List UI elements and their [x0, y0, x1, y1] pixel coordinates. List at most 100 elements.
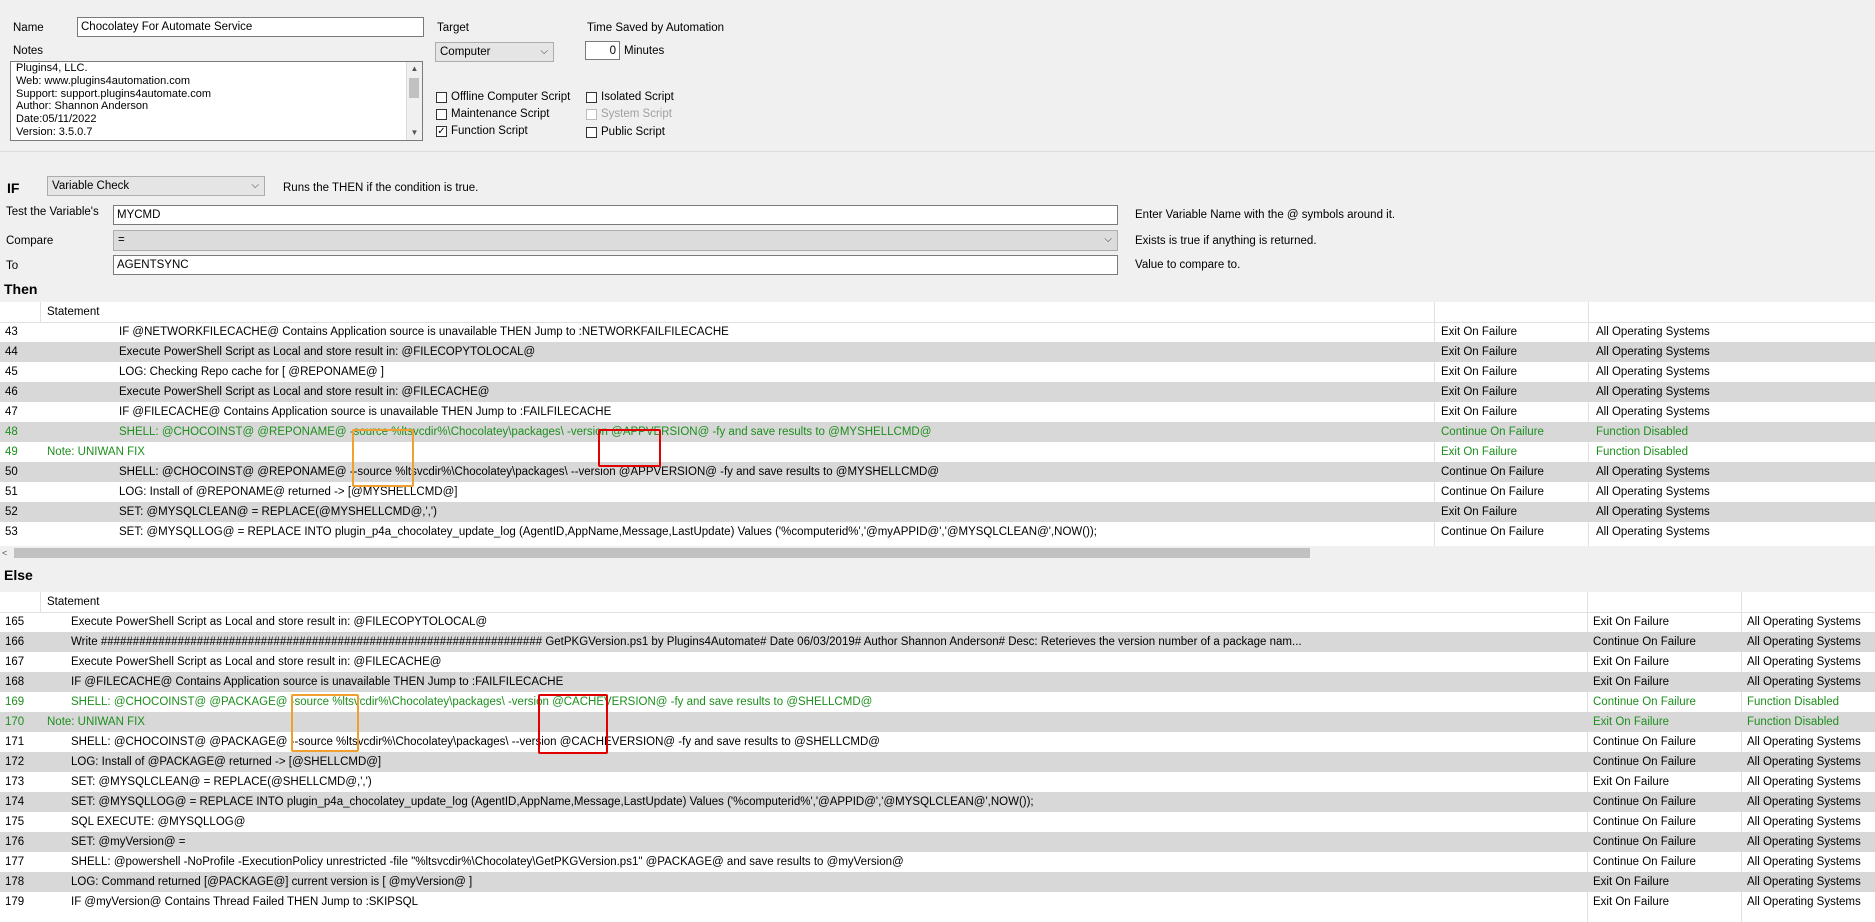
statement-text: SET: @MYSQLCLEAN@ = REPLACE(@MYSHELLCMD@…	[119, 506, 437, 518]
line-number: 49	[5, 446, 18, 458]
notes-scrollbar[interactable]: ▲ ▼	[406, 62, 422, 140]
table-row[interactable]: 179 IF @myVersion@ Contains Thread Failed…	[0, 892, 1875, 912]
statement-text: Execute PowerShell Script as Local and s…	[119, 346, 536, 358]
to-input[interactable]: AGENTSYNC	[113, 255, 1118, 275]
table-row[interactable]: 172 LOG: Install of @PACKAGE@ returned ->…	[0, 752, 1875, 772]
then-horizontal-scrollbar[interactable]: <	[0, 546, 1875, 560]
divider	[0, 151, 1875, 152]
checkbox-box	[586, 108, 597, 120]
operating-system: All Operating Systems	[1747, 816, 1861, 828]
table-row[interactable]: 177 SHELL: @powershell -NoProfile -Execut…	[0, 852, 1875, 872]
column-separator[interactable]	[40, 592, 41, 612]
target-select[interactable]: Computer ⌵	[435, 42, 554, 62]
statement-text: SET: @MYSQLCLEAN@ = REPLACE(@SHELLCMD@,'…	[71, 776, 372, 788]
operating-system: All Operating Systems	[1596, 406, 1710, 418]
statement-text: Execute PowerShell Script as Local and s…	[119, 386, 490, 398]
line-number: 52	[5, 506, 18, 518]
version-flag-highlight	[538, 694, 608, 754]
maintenance-script-checkbox[interactable]: Maintenance Script	[436, 108, 549, 120]
statement-text: Write ##################################…	[71, 636, 1302, 648]
statement-column-header[interactable]: Statement	[47, 596, 99, 608]
table-row[interactable]: 49 Note: UNIWAN FIX Exit On Failure Functio…	[0, 442, 1875, 462]
scrollbar-thumb[interactable]	[409, 78, 419, 98]
table-row[interactable]: 171 SHELL: @CHOCOINST@ @PACKAGE@ --source…	[0, 732, 1875, 752]
chevron-down-icon: ⌵	[251, 180, 259, 191]
table-row[interactable]: 45 LOG: Checking Repo cache for [ @REPONA…	[0, 362, 1875, 382]
scroll-up-icon[interactable]: ▲	[407, 62, 422, 76]
table-row[interactable]: 46 Execute PowerShell Script as Local and…	[0, 382, 1875, 402]
time-saved-input[interactable]: 0	[585, 41, 620, 60]
function-script-checkbox[interactable]: ✓ Function Script	[436, 125, 528, 137]
target-select-value: Computer	[440, 46, 491, 58]
table-row[interactable]: 52 SET: @MYSQLCLEAN@ = REPLACE(@MYSHELLCM…	[0, 502, 1875, 522]
operating-system: Function Disabled	[1747, 716, 1840, 728]
statement-text: IF @FILECACHE@ Contains Application sour…	[71, 676, 564, 688]
statement-column-header[interactable]: Statement	[47, 306, 99, 318]
operating-system: Function Disabled	[1747, 696, 1840, 708]
failure-action: Exit On Failure	[1593, 676, 1670, 688]
failure-action: Exit On Failure	[1593, 896, 1670, 908]
table-row[interactable]: 178 LOG: Command returned [@PACKAGE@] cur…	[0, 872, 1875, 892]
line-number: 47	[5, 406, 18, 418]
notes-line: Support: support.plugins4automate.com	[16, 87, 212, 100]
operating-system: All Operating Systems	[1747, 756, 1861, 768]
compare-value: =	[118, 234, 125, 246]
table-row[interactable]: 53 SET: @MYSQLLOG@ = REPLACE INTO plugin_…	[0, 522, 1875, 542]
notes-textarea[interactable]: Plugins4, LLC. Web: www.plugins4automati…	[10, 61, 423, 141]
line-number: 166	[5, 636, 25, 648]
failure-action: Exit On Failure	[1593, 716, 1670, 728]
compare-select[interactable]: = ⌵	[113, 230, 1118, 251]
checkmark-icon[interactable]: ✓	[436, 125, 447, 137]
table-row[interactable]: 175 SQL EXECUTE: @MYSQLLOG@ Continue On Fa…	[0, 812, 1875, 832]
table-row[interactable]: 176 SET: @myVersion@ = Continue On Failure…	[0, 832, 1875, 852]
scroll-down-icon[interactable]: ▼	[407, 126, 422, 140]
failure-action: Continue On Failure	[1593, 696, 1696, 708]
table-row[interactable]: 44 Execute PowerShell Script as Local and…	[0, 342, 1875, 362]
statement-text: SHELL: @CHOCOINST@ @PACKAGE@ --source %l…	[71, 736, 880, 748]
table-row[interactable]: 43 IF @NETWORKFILECACHE@ Contains Applica…	[0, 322, 1875, 342]
scroll-left-icon[interactable]: <	[2, 546, 7, 560]
isolated-script-checkbox[interactable]: Isolated Script	[586, 91, 674, 103]
checkbox-label: Function Script	[451, 125, 528, 137]
table-row[interactable]: 48 SHELL: @CHOCOINST@ @REPONAME@ -source …	[0, 422, 1875, 442]
table-row[interactable]: 166 Write ###############################…	[0, 632, 1875, 652]
column-separator[interactable]	[40, 302, 41, 322]
statement-text: SET: @myVersion@ =	[71, 836, 186, 848]
line-number: 51	[5, 486, 18, 498]
statement-text: SHELL: @CHOCOINST@ @PACKAGE@ -source %lt…	[71, 696, 873, 708]
line-number: 45	[5, 366, 18, 378]
operating-system: All Operating Systems	[1747, 656, 1861, 668]
line-number: 168	[5, 676, 25, 688]
failure-action: Exit On Failure	[1441, 346, 1518, 358]
system-script-checkbox: System Script	[586, 108, 672, 120]
offline-computer-script-checkbox[interactable]: Offline Computer Script	[436, 91, 570, 103]
scrollbar-thumb[interactable]	[14, 548, 1310, 558]
else-grid-header: Statement	[0, 592, 1875, 613]
else-statements-grid[interactable]: Statement 165 Execute PowerShell Script a…	[0, 592, 1875, 922]
line-number: 171	[5, 736, 25, 748]
public-script-checkbox[interactable]: Public Script	[586, 126, 665, 138]
table-row[interactable]: 168 IF @FILECACHE@ Contains Application s…	[0, 672, 1875, 692]
line-number: 176	[5, 836, 25, 848]
table-row[interactable]: 51 LOG: Install of @REPONAME@ returned ->…	[0, 482, 1875, 502]
table-row[interactable]: 169 SHELL: @CHOCOINST@ @PACKAGE@ -source …	[0, 692, 1875, 712]
checkbox-box[interactable]	[436, 108, 447, 120]
table-row[interactable]: 50 SHELL: @CHOCOINST@ @REPONAME@ --source…	[0, 462, 1875, 482]
table-row[interactable]: 165 Execute PowerShell Script as Local an…	[0, 612, 1875, 632]
failure-action: Continue On Failure	[1593, 636, 1696, 648]
table-row[interactable]: 174 SET: @MYSQLLOG@ = REPLACE INTO plugin…	[0, 792, 1875, 812]
failure-action: Continue On Failure	[1441, 526, 1544, 538]
checkbox-box[interactable]	[586, 126, 597, 138]
test-variable-input[interactable]: MYCMD	[113, 205, 1118, 225]
table-row[interactable]: 167 Execute PowerShell Script as Local an…	[0, 652, 1875, 672]
then-statements-grid[interactable]: Statement 43 IF @NETWORKFILECACHE@ Contai…	[0, 302, 1875, 546]
checkbox-box[interactable]	[436, 91, 447, 103]
else-section-title: Else	[4, 567, 33, 583]
notes-line: Web: www.plugins4automation.com	[16, 74, 191, 87]
name-input[interactable]: Chocolatey For Automate Service	[77, 17, 424, 37]
table-row[interactable]: 173 SET: @MYSQLCLEAN@ = REPLACE(@SHELLCMD…	[0, 772, 1875, 792]
table-row[interactable]: 47 IF @FILECACHE@ Contains Application so…	[0, 402, 1875, 422]
table-row[interactable]: 170 Note: UNIWAN FIX Exit On Failure Functi…	[0, 712, 1875, 732]
condition-type-select[interactable]: Variable Check ⌵	[47, 176, 265, 196]
checkbox-box[interactable]	[586, 91, 597, 103]
